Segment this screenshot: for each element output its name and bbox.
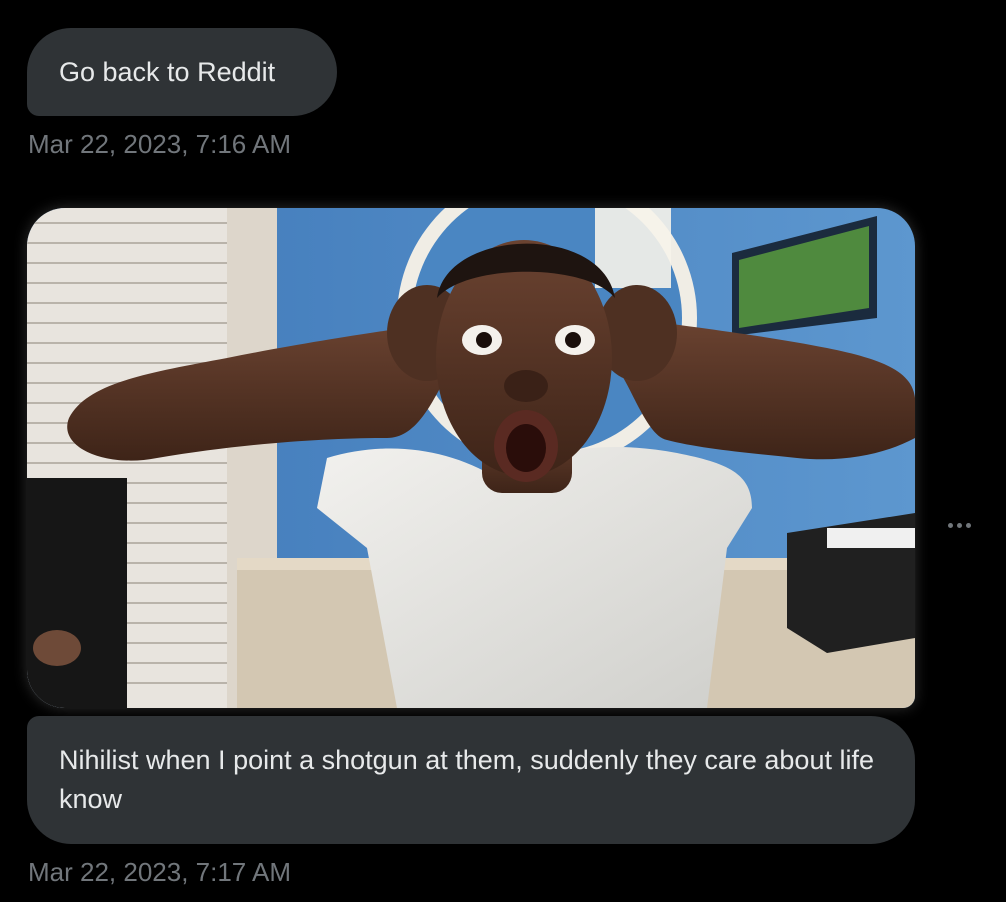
message-timestamp: Mar 22, 2023, 7:16 AM: [28, 129, 292, 159]
more-horizontal-icon-dot: [956, 522, 962, 528]
message-bubble-go-back[interactable]: Go back to Reddit: [27, 28, 337, 116]
message-text: Nihilist when I point a shotgun at them,…: [59, 745, 874, 814]
message-photo[interactable]: [27, 208, 915, 708]
message-text: Go back to Reddit: [59, 57, 276, 87]
more-options-button[interactable]: [938, 510, 980, 540]
photo-icon: [27, 208, 915, 708]
message-bubble-caption[interactable]: Nihilist when I point a shotgun at them,…: [27, 716, 915, 844]
more-horizontal-icon-dot: [965, 522, 971, 528]
more-horizontal-icon: [947, 522, 953, 528]
message-timestamp: Mar 22, 2023, 7:17 AM: [28, 857, 292, 887]
